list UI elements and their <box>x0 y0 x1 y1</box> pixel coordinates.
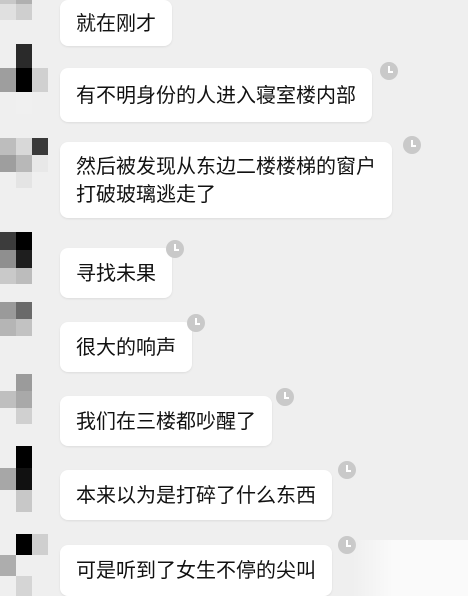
clock-icon <box>166 240 184 258</box>
message-bubble[interactable]: 有不明身份的人进入寝室楼内部 <box>60 68 372 122</box>
message-bubble[interactable]: 我们在三楼都吵醒了 <box>60 396 272 446</box>
sender-avatar[interactable] <box>0 446 48 512</box>
sender-avatar[interactable] <box>0 232 48 284</box>
message-bubble[interactable]: 很大的响声 <box>60 322 192 372</box>
watermark <box>352 540 468 596</box>
message-text-line: 然后被发现从东边二楼楼梯的窗户 <box>76 154 376 178</box>
message-text: 有不明身份的人进入寝室楼内部 <box>76 83 356 107</box>
message-text: 就在刚才 <box>76 11 156 35</box>
message-bubble[interactable]: 本来以为是打碎了什么东西 <box>60 470 332 520</box>
clock-icon <box>403 136 421 154</box>
clock-icon <box>338 461 356 479</box>
message-bubble[interactable]: 寻找未果 <box>60 248 172 298</box>
message-text: 寻找未果 <box>76 261 156 285</box>
message-bubble[interactable]: 可是听到了女生不停的尖叫 <box>60 545 332 596</box>
chat-message-list: 就在刚才 有不明身份的人进入寝室楼内部 然后被发现从东边二楼楼梯的窗户 打破玻璃… <box>0 0 468 596</box>
clock-icon <box>380 62 398 80</box>
sender-avatar[interactable] <box>0 374 48 424</box>
message-text: 本来以为是打碎了什么东西 <box>76 483 316 507</box>
message-text: 我们在三楼都吵醒了 <box>76 409 256 433</box>
message-text: 可是听到了女生不停的尖叫 <box>76 558 316 582</box>
message-text: 很大的响声 <box>76 335 176 359</box>
sender-avatar[interactable] <box>0 44 48 114</box>
message-bubble[interactable]: 就在刚才 <box>60 0 172 46</box>
sender-avatar[interactable] <box>0 302 48 352</box>
message-text-line: 打破玻璃逃走了 <box>76 182 216 206</box>
message-bubble[interactable]: 然后被发现从东边二楼楼梯的窗户 打破玻璃逃走了 <box>60 142 392 218</box>
clock-icon <box>276 388 294 406</box>
sender-avatar[interactable] <box>0 0 48 20</box>
sender-avatar[interactable] <box>0 138 48 188</box>
clock-icon <box>187 314 205 332</box>
sender-avatar[interactable] <box>0 534 48 596</box>
